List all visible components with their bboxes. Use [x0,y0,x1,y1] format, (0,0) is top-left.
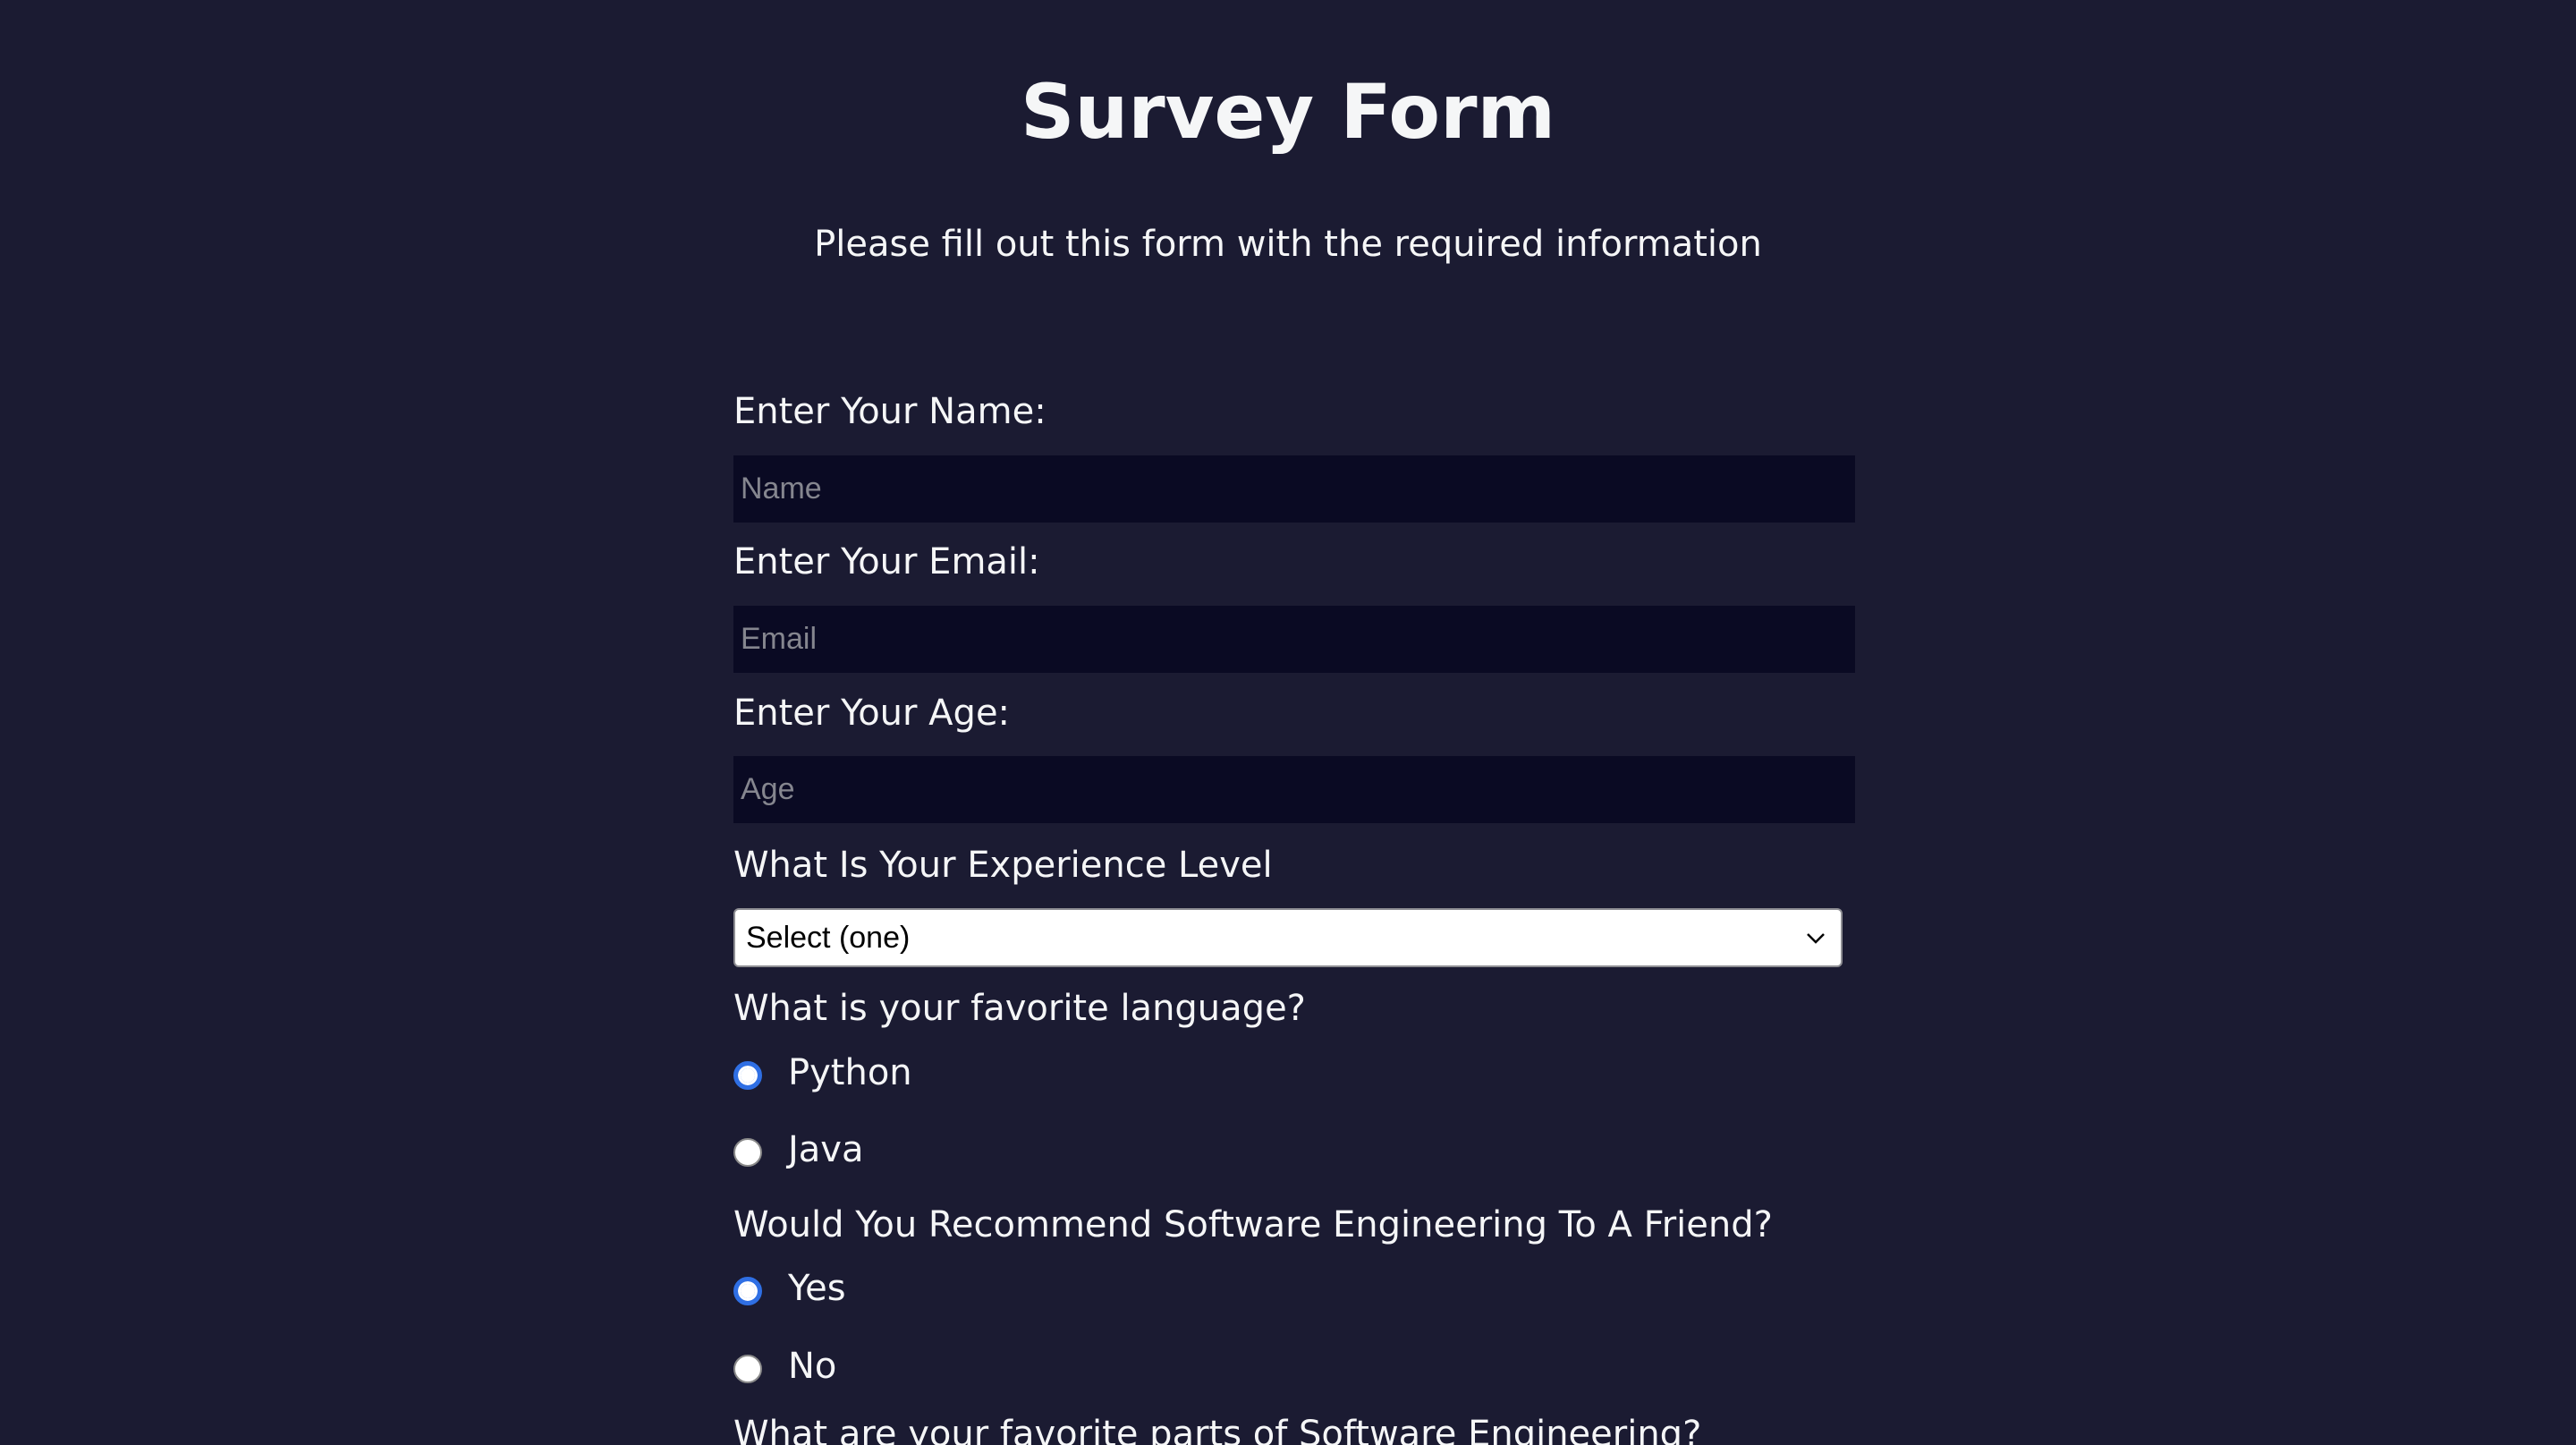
chevron-down-icon [1807,933,1825,944]
page-description: Please fill out this form with the requi… [814,224,1762,265]
python-radio-label: Python [788,1052,912,1093]
email-label: Enter Your Email: [733,541,1040,582]
yes-radio-label: Yes [788,1268,846,1309]
survey-page: Survey Form Please fill out this form wi… [0,0,2576,1445]
experience-select-value: Select (one) [746,921,911,955]
age-input[interactable] [733,756,1855,823]
name-label: Enter Your Name: [733,391,1046,432]
favorite-parts-question: What are your favorite parts of Software… [733,1414,1702,1445]
age-label: Enter Your Age: [733,693,1011,734]
yes-radio[interactable] [733,1277,762,1305]
java-radio-label: Java [788,1129,864,1170]
experience-label: What Is Your Experience Level [733,845,1273,886]
name-input[interactable] [733,455,1855,523]
recommend-question: Would You Recommend Software Engineering… [733,1204,1773,1245]
no-radio-label: No [788,1346,837,1387]
email-input[interactable] [733,606,1855,673]
language-question: What is your favorite language? [733,988,1306,1029]
no-radio[interactable] [733,1355,762,1383]
page-title: Survey Form [1020,68,1556,156]
experience-select[interactable]: Select (one) [733,908,1843,967]
python-radio[interactable] [733,1061,762,1090]
java-radio[interactable] [733,1138,762,1167]
